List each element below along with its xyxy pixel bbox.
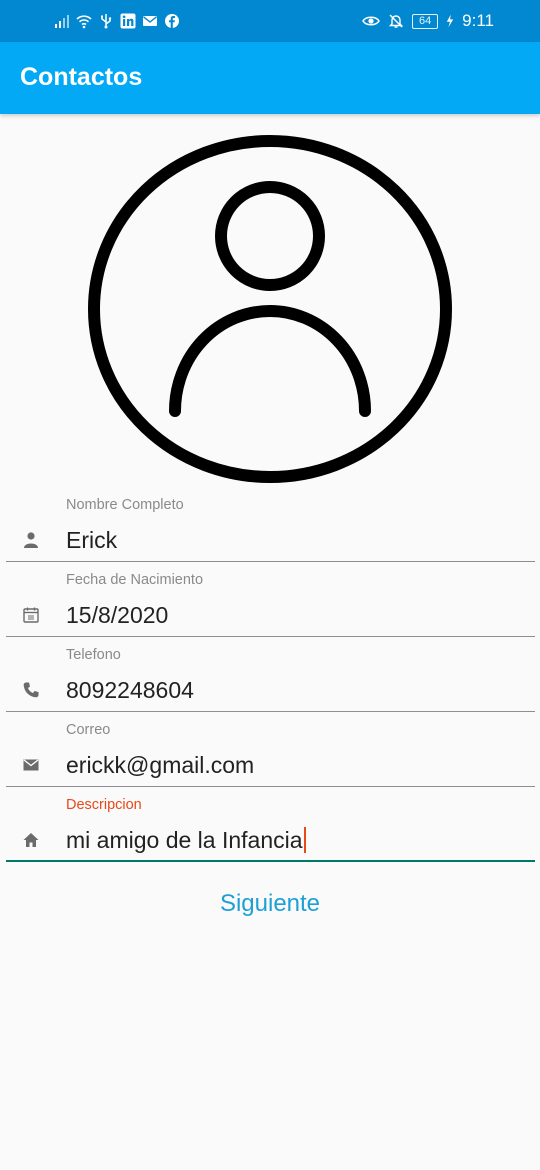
description-text: mi amigo de la Infancia bbox=[66, 827, 303, 853]
description-underline bbox=[6, 859, 535, 862]
facebook-icon bbox=[165, 14, 179, 28]
description-input[interactable]: mi amigo de la Infancia bbox=[66, 827, 306, 854]
full-name-field[interactable]: Nombre Completo Erick bbox=[6, 487, 535, 562]
battery-icon: 64 bbox=[412, 13, 439, 29]
email-field[interactable]: Correo erickk@gmail.com bbox=[6, 712, 535, 787]
eye-icon bbox=[362, 16, 381, 26]
next-button[interactable]: Siguiente bbox=[170, 880, 370, 928]
status-bar-left-icons bbox=[54, 12, 180, 30]
email-label: Correo bbox=[66, 722, 111, 738]
birth-date-input[interactable]: 15/8/2020 bbox=[66, 602, 168, 629]
mail-icon bbox=[143, 16, 157, 26]
phone-label: Telefono bbox=[66, 647, 121, 663]
person-icon bbox=[24, 532, 38, 548]
app-bar: Contactos bbox=[0, 42, 540, 114]
birth-date-field[interactable]: Fecha de Nacimiento 15/8/2020 bbox=[6, 562, 535, 637]
avatar[interactable] bbox=[88, 133, 452, 485]
description-field[interactable]: Descripcion mi amigo de la Infancia bbox=[6, 787, 535, 862]
signal-icon bbox=[55, 15, 69, 28]
app-title: Contactos bbox=[20, 63, 143, 91]
full-name-label: Nombre Completo bbox=[66, 497, 184, 513]
full-name-input[interactable]: Erick bbox=[66, 527, 117, 554]
home-icon bbox=[23, 833, 39, 847]
status-bar-right-icons: 64 9:11 bbox=[362, 10, 494, 32]
description-label: Descripcion bbox=[66, 797, 142, 813]
linkedin-icon bbox=[120, 13, 136, 29]
birth-date-label: Fecha de Nacimiento bbox=[66, 572, 204, 588]
email-icon bbox=[23, 759, 39, 771]
charging-icon bbox=[446, 14, 454, 28]
phone-icon bbox=[23, 682, 39, 698]
status-bar-time: 9:11 bbox=[462, 11, 494, 30]
status-bar: 64 9:11 bbox=[0, 0, 540, 42]
phone-input[interactable]: 8092248604 bbox=[66, 677, 194, 704]
text-cursor bbox=[303, 827, 306, 853]
usb-icon bbox=[101, 14, 112, 29]
phone-field[interactable]: Telefono 8092248604 bbox=[6, 637, 535, 712]
person-icon bbox=[88, 135, 452, 483]
bell-off-icon bbox=[388, 14, 404, 28]
email-input[interactable]: erickk@gmail.com bbox=[66, 752, 254, 779]
calendar-icon bbox=[23, 607, 39, 623]
wifi-icon bbox=[76, 15, 92, 29]
